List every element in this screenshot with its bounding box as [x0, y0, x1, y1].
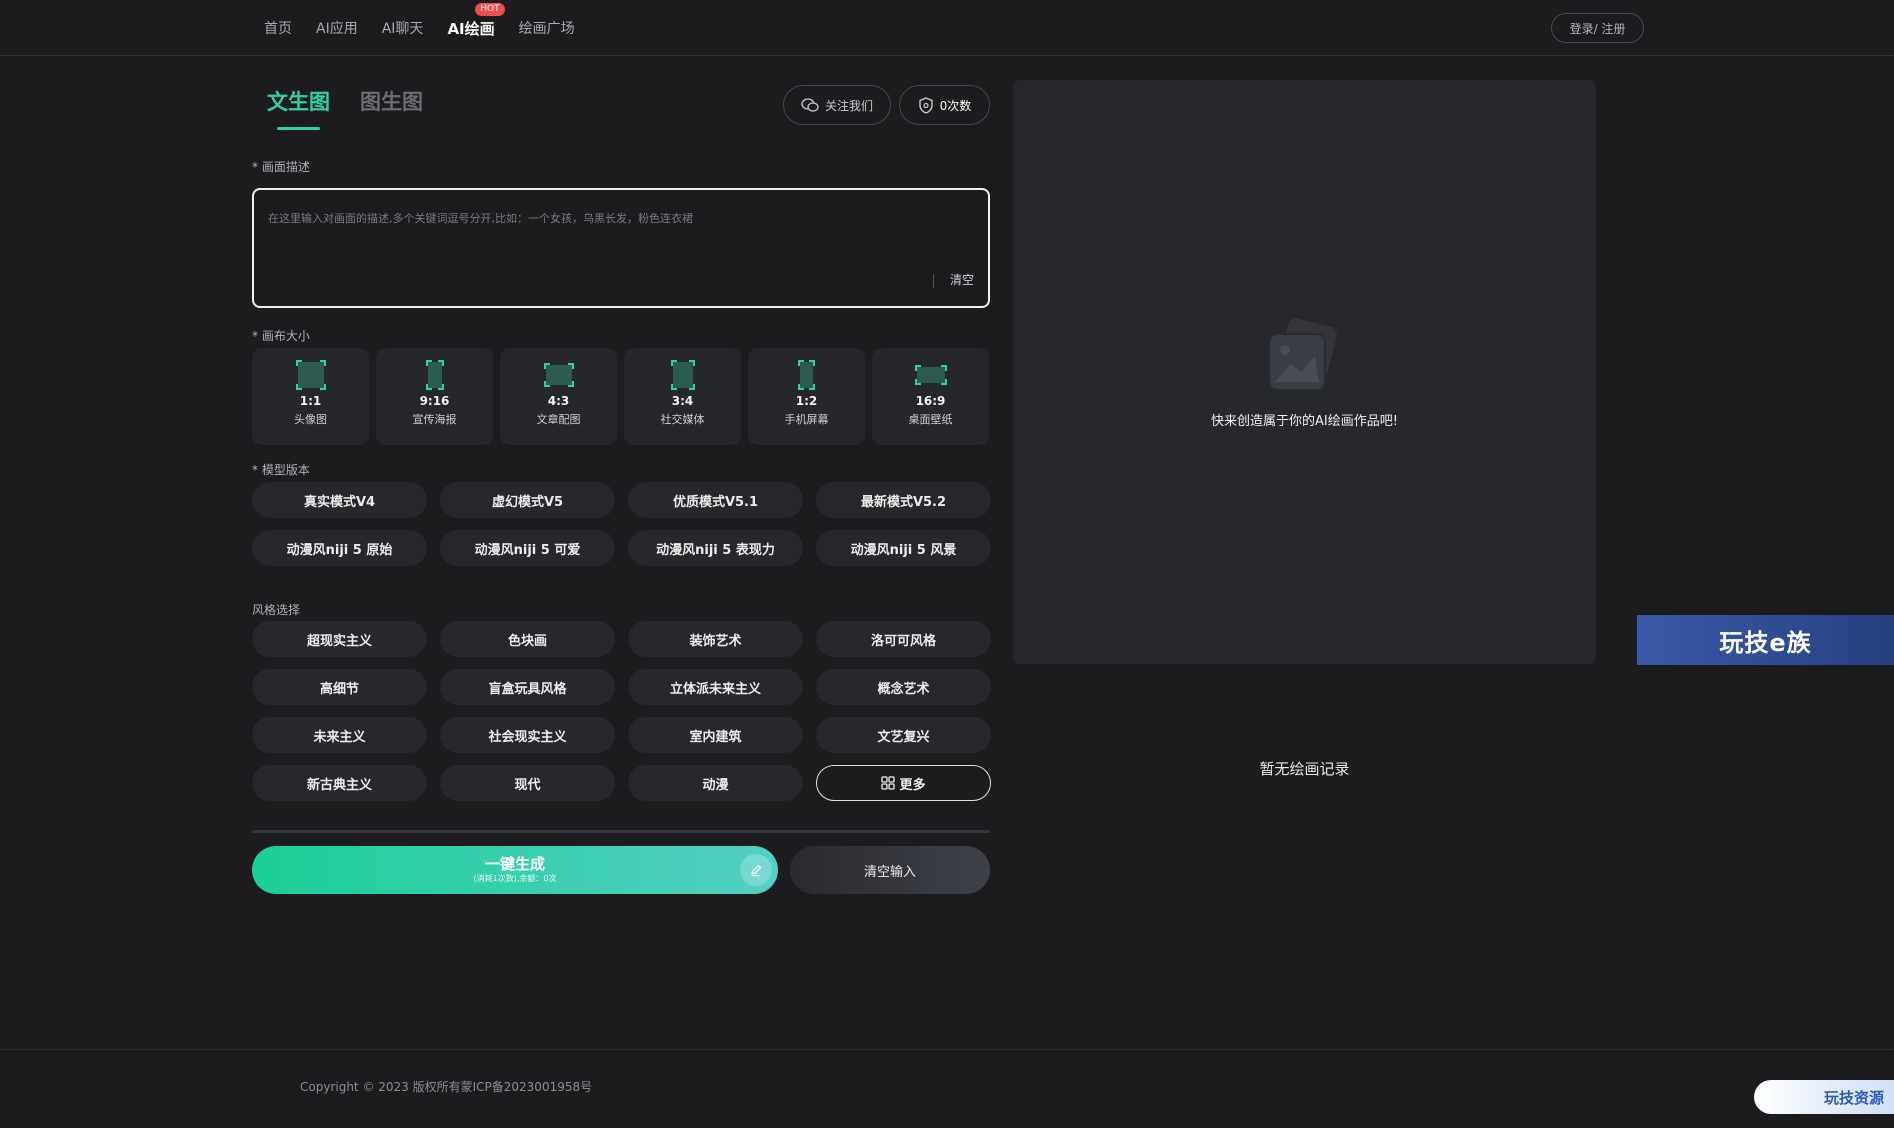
prompt-label: * 画面描述 — [252, 160, 310, 174]
copyright-text: Copyright © 2023 版权所有蒙ICP备2023001958号 — [300, 1080, 593, 1094]
size-name: 手机屏幕 — [784, 413, 829, 426]
size-option-9-16[interactable]: 9:16 宣传海报 — [376, 348, 493, 445]
style-option[interactable]: 室内建筑 — [628, 717, 803, 753]
style-option[interactable]: 超现实主义 — [252, 621, 427, 657]
mode-tabs: 文生图 图生图 — [267, 86, 453, 130]
image-placeholder-icon — [1268, 318, 1337, 391]
footer-divider — [0, 1049, 1894, 1050]
style-option[interactable]: 未来主义 — [252, 717, 427, 753]
follow-us-label: 关注我们 — [824, 98, 873, 113]
clear-input-button[interactable]: 清空输入 — [790, 846, 990, 894]
no-record-text: 暂无绘画记录 — [1259, 760, 1350, 778]
style-option[interactable]: 洛可可风格 — [816, 621, 991, 657]
style-option[interactable]: 概念艺术 — [816, 669, 991, 705]
canvas-size-options: 1:1 头像图 9:16 宣传海报 4:3 文章配图 3:4 社交媒体 1:2 … — [252, 348, 989, 445]
top-nav: 首页 AI应用 AI聊天 AI绘画 HOT 绘画广场 登录/ 注册 — [0, 0, 1894, 56]
canvas-size-label: * 画布大小 — [252, 329, 310, 343]
hot-badge: HOT — [475, 2, 505, 16]
tab-text-to-image[interactable]: 文生图 — [267, 86, 330, 130]
tab-image-to-image[interactable]: 图生图 — [360, 86, 423, 130]
nav-item-gallery[interactable]: 绘画广场 — [519, 18, 575, 38]
wechat-icon — [801, 98, 819, 112]
size-ratio: 9:16 — [419, 394, 450, 408]
style-option[interactable]: 社会现实主义 — [440, 717, 615, 753]
model-option[interactable]: 动漫风niji 5 风景 — [816, 530, 991, 566]
login-register-button[interactable]: 登录/ 注册 — [1551, 13, 1644, 43]
size-option-16-9[interactable]: 16:9 桌面壁纸 — [872, 348, 989, 445]
credits-label: 0次数 — [939, 98, 972, 113]
more-styles-label: 更多 — [899, 777, 926, 793]
style-label: 风格选择 — [252, 603, 301, 617]
style-option[interactable]: 立体派未来主义 — [628, 669, 803, 705]
model-option[interactable]: 动漫风niji 5 原始 — [252, 530, 427, 566]
ratio-tall-icon — [798, 360, 815, 390]
ratio-landscape-icon — [543, 363, 574, 387]
generate-button[interactable]: 一键生成 (消耗1次数),余额：0次 — [252, 846, 778, 894]
model-option[interactable]: 真实模式V4 — [252, 482, 427, 518]
prompt-input[interactable] — [268, 210, 958, 270]
clear-separator — [933, 274, 934, 288]
style-option[interactable]: 动漫 — [628, 765, 803, 801]
style-option[interactable]: 新古典主义 — [252, 765, 427, 801]
size-ratio: 16:9 — [915, 394, 946, 408]
nav-item-home[interactable]: 首页 — [264, 18, 292, 38]
ratio-square-icon — [295, 360, 326, 390]
model-option[interactable]: 优质模式V5.1 — [628, 482, 803, 518]
prompt-box: 清空 — [252, 188, 990, 308]
follow-us-button[interactable]: 关注我们 — [783, 85, 891, 125]
size-name: 宣传海报 — [412, 413, 457, 426]
size-name: 桌面壁纸 — [908, 413, 953, 426]
clear-prompt-button[interactable]: 清空 — [950, 271, 974, 288]
nav-item-ai-drawing[interactable]: AI绘画 HOT — [447, 2, 505, 39]
style-option[interactable]: 色块画 — [440, 621, 615, 657]
size-name: 社交媒体 — [660, 413, 705, 426]
size-ratio: 3:4 — [671, 394, 694, 408]
style-option[interactable]: 盲盒玩具风格 — [440, 669, 615, 705]
size-ratio: 4:3 — [547, 394, 570, 408]
brand-pill[interactable]: 玩技资源 — [1754, 1080, 1894, 1114]
generate-subtitle: (消耗1次数),余额：0次 — [473, 873, 557, 883]
style-option[interactable]: 文艺复兴 — [816, 717, 991, 753]
size-option-1-2[interactable]: 1:2 手机屏幕 — [748, 348, 865, 445]
style-option[interactable]: 现代 — [440, 765, 615, 801]
style-option[interactable]: 装饰艺术 — [628, 621, 803, 657]
shield-icon — [918, 96, 933, 114]
nav-item-ai-apps[interactable]: AI应用 — [316, 18, 358, 38]
model-version-options: 真实模式V4 虚幻模式V5 优质模式V5.1 最新模式V5.2 动漫风niji … — [252, 482, 991, 566]
brand-banner[interactable]: 玩技e族 — [1637, 615, 1894, 665]
size-name: 头像图 — [294, 413, 327, 426]
ratio-portrait-icon — [425, 360, 444, 390]
style-option[interactable]: 高细节 — [252, 669, 427, 705]
more-styles-button[interactable]: 更多 — [816, 765, 991, 801]
nav-item-ai-chat[interactable]: AI聊天 — [382, 18, 424, 38]
model-option[interactable]: 最新模式V5.2 — [816, 482, 991, 518]
style-options: 超现实主义 色块画 装饰艺术 洛可可风格 高细节 盲盒玩具风格 立体派未来主义 … — [252, 621, 991, 801]
size-option-4-3[interactable]: 4:3 文章配图 — [500, 348, 617, 445]
model-version-label: * 模型版本 — [252, 463, 310, 477]
preview-panel: 快来创造属于你的AI绘画作品吧! — [1013, 80, 1596, 664]
ratio-wide-icon — [914, 365, 947, 385]
grid-icon — [881, 776, 896, 790]
preview-hint: 快来创造属于你的AI绘画作品吧! — [1211, 414, 1398, 429]
ratio-portrait-icon — [670, 360, 695, 390]
size-option-1-1[interactable]: 1:1 头像图 — [252, 348, 369, 445]
size-ratio: 1:1 — [299, 394, 322, 408]
nav-item-ai-drawing-label: AI绘画 — [447, 19, 495, 38]
pencil-icon — [740, 854, 772, 886]
generate-title: 一键生成 — [484, 854, 545, 873]
size-ratio: 1:2 — [795, 394, 818, 408]
model-option[interactable]: 虚幻模式V5 — [440, 482, 615, 518]
divider — [252, 830, 990, 833]
size-option-3-4[interactable]: 3:4 社交媒体 — [624, 348, 741, 445]
model-option[interactable]: 动漫风niji 5 可爱 — [440, 530, 615, 566]
model-option[interactable]: 动漫风niji 5 表现力 — [628, 530, 803, 566]
nav-menu: 首页 AI应用 AI聊天 AI绘画 HOT 绘画广场 — [264, 0, 599, 56]
credits-button[interactable]: 0次数 — [899, 85, 990, 125]
size-name: 文章配图 — [536, 413, 581, 426]
